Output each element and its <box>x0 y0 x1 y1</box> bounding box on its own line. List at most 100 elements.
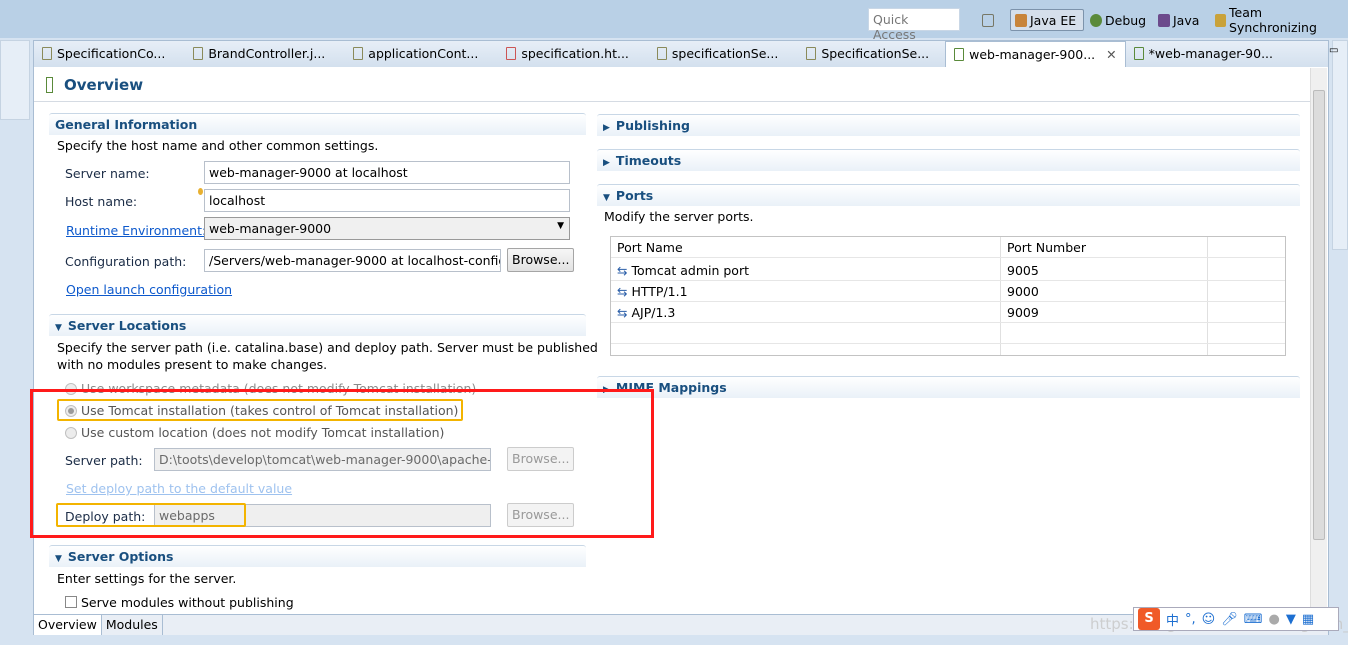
section-description: Modify the server ports. <box>604 209 754 224</box>
tab-label: *web-manager-90... <box>1148 46 1273 61</box>
column-header-port-number[interactable]: Port Number <box>1007 240 1086 255</box>
section-title: Timeouts <box>615 153 682 168</box>
tab-label: BrandController.j... <box>208 46 326 61</box>
perspective-java-ee[interactable]: Java EE <box>1010 9 1084 31</box>
section-description: Specify the host name and other common s… <box>57 138 379 153</box>
port-icon: ⇆ <box>617 263 628 278</box>
java-file-icon <box>193 47 204 60</box>
tab-label: specification.ht... <box>521 46 629 61</box>
microphone-icon[interactable]: 🎤︎ <box>1221 612 1238 627</box>
collapse-icon[interactable]: ▼ <box>55 554 62 564</box>
sync-icon <box>1215 13 1227 27</box>
ime-toolbar: S 中 °, ☺ 🎤︎ ⌨ ● ▼ ▦ <box>1133 607 1339 631</box>
serve-modules-checkbox[interactable] <box>65 596 77 608</box>
section-title: Server Options <box>67 549 174 564</box>
section-title: Publishing <box>615 118 690 133</box>
host-name-label: Host name: <box>65 194 138 209</box>
runtime-environment-select[interactable]: web-manager-9000 ▼ <box>204 217 570 240</box>
checkbox-label: Serve modules without publishing <box>81 595 294 610</box>
port-name: Tomcat admin port <box>631 263 749 278</box>
section-publishing[interactable]: ▶ Publishing <box>597 114 1300 136</box>
main-toolbar: Quick Access Java EE Debug Java Team Syn… <box>0 0 1348 42</box>
collapse-icon[interactable]: ▼ <box>55 323 62 333</box>
open-perspective-icon <box>982 13 994 27</box>
page-title: Overview <box>34 68 1310 102</box>
editor-tabs: SpecificationCo... BrandController.j... … <box>34 41 1338 67</box>
server-icon <box>954 48 965 61</box>
tab-application-context[interactable]: applicationCont... <box>345 41 486 67</box>
port-number[interactable]: 9009 <box>1007 305 1039 320</box>
tab-label: SpecificationCo... <box>57 46 166 61</box>
java-file-icon <box>806 47 817 60</box>
annotation-yellow-box <box>57 399 463 421</box>
server-editor: SpecificationCo... BrandController.j... … <box>33 40 1338 635</box>
tab-brand-controller[interactable]: BrandController.j... <box>185 41 333 67</box>
perspective-label: Debug <box>1105 12 1147 28</box>
collapse-icon[interactable]: ▼ <box>603 193 610 203</box>
tab-web-manager-active[interactable]: web-manager-900... ✕ <box>945 41 1126 67</box>
tab-specification-html[interactable]: specification.ht... <box>498 41 637 67</box>
annotation-yellow-box <box>56 503 246 527</box>
vertical-scrollbar[interactable] <box>1310 68 1327 614</box>
tab-specification-controller[interactable]: SpecificationCo... <box>34 41 173 67</box>
perspective-label: Java EE <box>1030 12 1077 28</box>
minimize-icon[interactable]: ▭ <box>1329 45 1338 67</box>
language-toggle[interactable]: 中 <box>1166 610 1179 629</box>
user-icon[interactable]: ● <box>1269 612 1280 627</box>
section-description: with no modules present to make changes. <box>57 357 328 372</box>
perspective-team-sync[interactable]: Team Synchronizing <box>1211 5 1348 35</box>
tab-label: web-manager-900... <box>969 47 1096 62</box>
left-trim-bar <box>0 40 30 120</box>
section-mime-mappings[interactable]: ▶ MIME Mappings <box>597 376 1300 398</box>
host-name-input[interactable]: localhost <box>204 189 570 212</box>
close-icon[interactable]: ✕ <box>1106 47 1116 67</box>
tab-overview[interactable]: Overview <box>34 615 102 635</box>
section-server-locations: ▼ Server Locations <box>49 314 586 336</box>
perspective-java[interactable]: Java <box>1154 9 1203 31</box>
open-launch-configuration-link[interactable]: Open launch configuration <box>66 282 232 297</box>
java-file-icon <box>42 47 52 60</box>
column-header-port-name[interactable]: Port Name <box>617 240 683 255</box>
tab-label: specificationSe... <box>671 46 779 61</box>
right-trim-bar <box>1332 40 1348 250</box>
section-general-information: General Information <box>49 113 586 135</box>
section-title: Server Locations <box>67 318 187 333</box>
perspective-debug[interactable]: Debug <box>1086 9 1150 31</box>
expand-icon: ▶ <box>603 158 610 168</box>
ports-table: Port Name Port Number ⇆ Tomcat admin port 9… <box>610 236 1286 356</box>
runtime-environment-link[interactable]: Runtime Environment: <box>66 223 206 238</box>
tab-web-manager-dirty[interactable]: *web-manager-90... <box>1126 41 1281 67</box>
tab-specification-service-impl[interactable]: SpecificationSe... <box>798 41 937 67</box>
table-row[interactable]: ⇆ Tomcat admin port 9005 <box>611 260 1285 281</box>
section-description: Specify the server path (i.e. catalina.b… <box>57 340 598 355</box>
table-row[interactable]: ⇆ AJP/1.3 9009 <box>611 302 1285 323</box>
configuration-path-input[interactable]: /Servers/web-manager-9000 at localhost-c… <box>204 249 501 272</box>
quick-access-input[interactable]: Quick Access <box>868 8 960 42</box>
table-row[interactable]: ⇆ HTTP/1.1 9000 <box>611 281 1285 302</box>
section-ports: ▼ Ports <box>597 184 1300 206</box>
port-number[interactable]: 9005 <box>1007 263 1039 278</box>
punctuation-toggle[interactable]: °, <box>1185 612 1196 627</box>
skin-icon[interactable]: ▼ <box>1286 612 1296 627</box>
perspective-label: Team Synchronizing <box>1229 5 1317 35</box>
grid-icon[interactable]: ▦ <box>1302 612 1314 627</box>
server-name-label: Server name: <box>65 166 150 181</box>
section-server-options: ▼ Server Options <box>49 545 586 567</box>
tab-specification-service[interactable]: specificationSe... <box>649 41 786 67</box>
emoji-icon[interactable]: ☺ <box>1202 612 1216 627</box>
section-description: Enter settings for the server. <box>57 571 237 586</box>
server-name-input[interactable]: web-manager-9000 at localhost <box>204 161 570 184</box>
port-number[interactable]: 9000 <box>1007 284 1039 299</box>
config-browse-button[interactable]: Browse... <box>507 248 575 272</box>
html-file-icon <box>506 47 517 60</box>
page-title-text: Overview <box>64 76 144 94</box>
sogou-logo[interactable]: S <box>1138 608 1160 630</box>
tab-label: applicationCont... <box>368 46 479 61</box>
tab-modules[interactable]: Modules <box>102 615 163 635</box>
section-timeouts[interactable]: ▶ Timeouts <box>597 149 1300 171</box>
open-perspective-button[interactable] <box>978 9 998 31</box>
scrollbar-thumb[interactable] <box>1313 90 1325 540</box>
table-row-empty <box>611 323 1285 344</box>
port-icon: ⇆ <box>617 284 628 299</box>
keyboard-icon[interactable]: ⌨ <box>1244 612 1263 627</box>
